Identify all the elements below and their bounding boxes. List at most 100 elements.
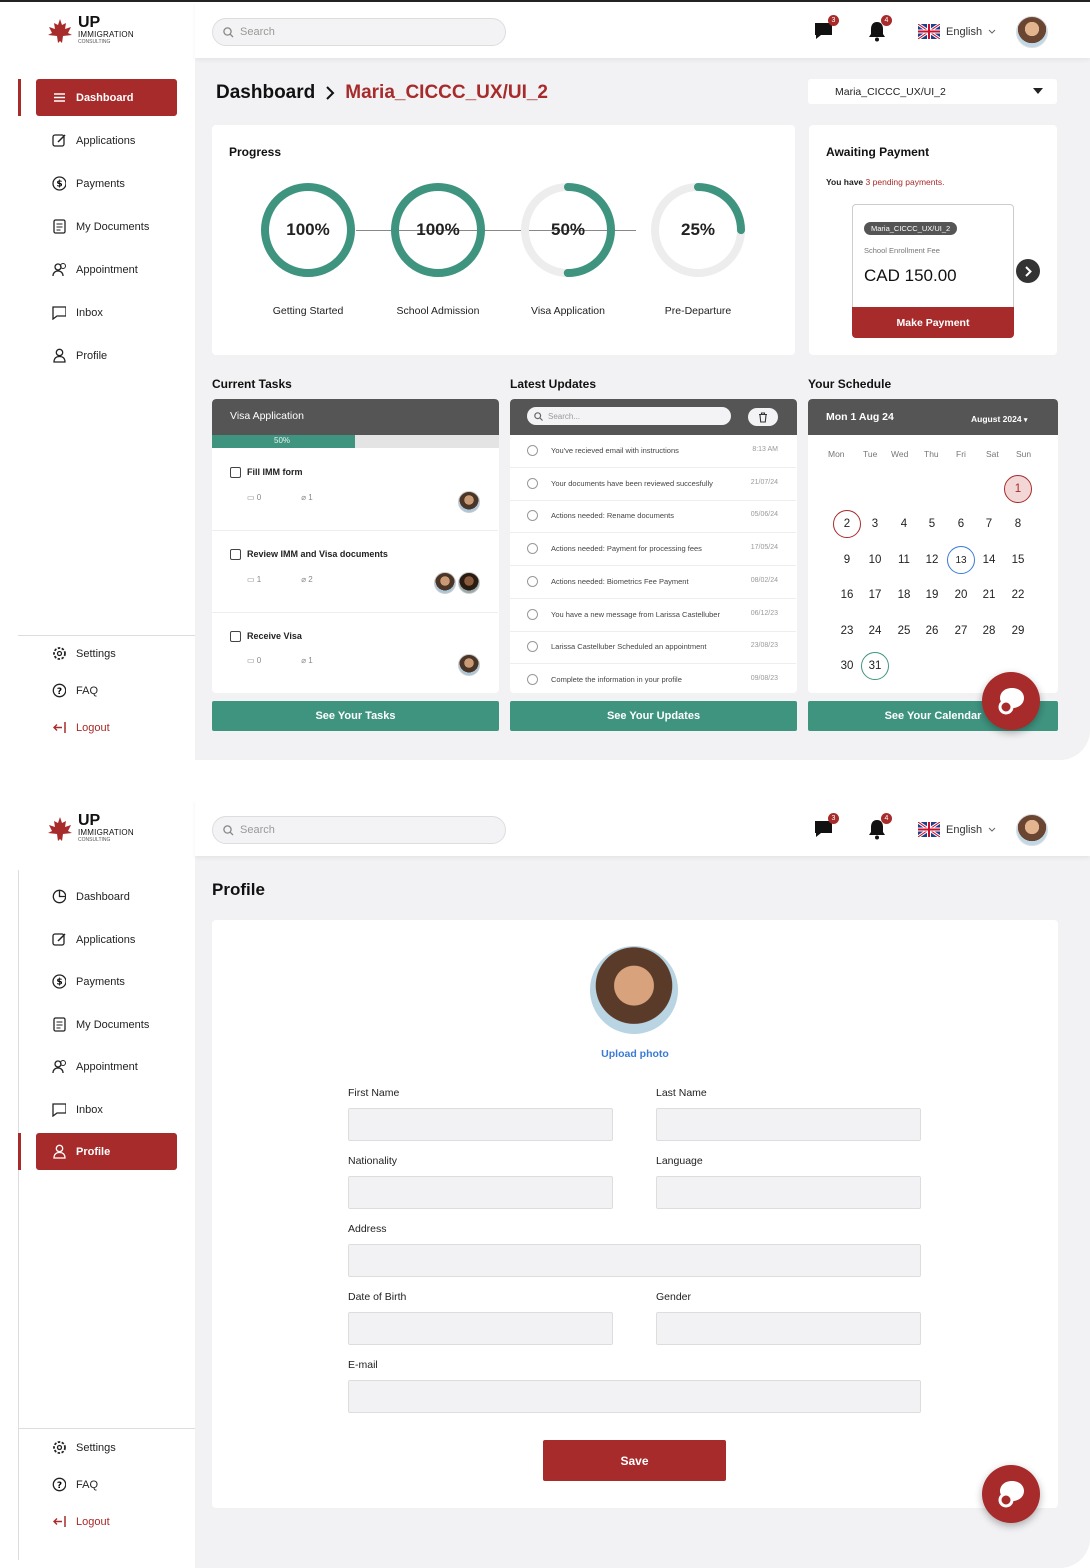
see-updates-button[interactable]: See Your Updates <box>510 701 797 731</box>
sidebar-item-payments[interactable]: $ Payments <box>36 165 177 202</box>
calendar-day[interactable]: 13 <box>947 546 975 574</box>
user-avatar[interactable] <box>1016 814 1048 846</box>
sidebar-item-settings[interactable]: Settings <box>36 1429 177 1466</box>
sidebar-item-documents[interactable]: My Documents <box>36 1006 177 1043</box>
email-field[interactable] <box>348 1380 921 1413</box>
calendar-day[interactable]: 18 <box>890 581 918 609</box>
user-avatar[interactable] <box>1016 16 1048 48</box>
chat-fab-button[interactable] <box>982 1465 1040 1523</box>
calendar-day[interactable]: 25 <box>890 617 918 645</box>
update-radio[interactable] <box>527 673 538 685</box>
save-button[interactable]: Save <box>543 1440 726 1481</box>
calendar-day[interactable]: 4 <box>890 510 918 538</box>
make-payment-button[interactable]: Make Payment <box>852 307 1014 338</box>
logo[interactable]: UP IMMIGRATION CONSULTING <box>46 15 134 45</box>
update-item[interactable]: Larissa Castelluber Scheduled an appoint… <box>510 631 796 665</box>
updates-search-input[interactable]: Search... <box>527 407 731 425</box>
calendar-day[interactable]: 20 <box>947 581 975 609</box>
calendar-day[interactable]: 30 <box>833 652 861 680</box>
sidebar-item-inbox[interactable]: Inbox <box>36 294 177 331</box>
update-radio[interactable] <box>527 608 538 620</box>
update-item[interactable]: You've recieved email with instructions 8… <box>510 435 796 468</box>
update-radio[interactable] <box>527 510 538 522</box>
calendar-day[interactable]: 31 <box>861 652 889 680</box>
calendar-day[interactable]: 22 <box>1004 581 1032 609</box>
calendar-day[interactable]: 10 <box>861 546 889 574</box>
sidebar-item-dashboard[interactable]: Dashboard <box>36 878 177 915</box>
update-radio[interactable] <box>527 543 538 555</box>
breadcrumb-current[interactable]: Maria_CICCC_UX/UI_2 <box>345 82 548 104</box>
task-checkbox[interactable] <box>230 467 241 478</box>
update-item[interactable]: Actions needed: Payment for processing f… <box>510 533 796 567</box>
calendar-day[interactable]: 26 <box>918 617 946 645</box>
language-select[interactable]: English <box>918 24 996 39</box>
month-select[interactable]: August 2024 ▾ <box>971 414 1027 424</box>
first-name-field[interactable] <box>348 1108 613 1141</box>
calendar-day[interactable]: 19 <box>918 581 946 609</box>
sidebar-item-dashboard[interactable]: Dashboard <box>36 79 177 116</box>
search-input[interactable]: Search <box>212 816 506 844</box>
update-item[interactable]: Your documents have been reviewed succes… <box>510 468 796 501</box>
sidebar-item-applications[interactable]: Applications <box>36 122 177 159</box>
sidebar-item-profile[interactable]: Profile <box>36 1133 177 1170</box>
sidebar-item-logout[interactable]: Logout <box>36 1503 177 1540</box>
dob-field[interactable] <box>348 1312 613 1345</box>
sidebar-item-appointment[interactable]: Appointment <box>36 1048 177 1085</box>
calendar-day[interactable]: 2 <box>833 510 861 538</box>
calendar-day[interactable]: 24 <box>861 617 889 645</box>
calendar-day[interactable]: 7 <box>975 510 1003 538</box>
calendar-day[interactable]: 16 <box>833 581 861 609</box>
sidebar-item-profile[interactable]: Profile <box>36 337 177 374</box>
calendar-day[interactable]: 6 <box>947 510 975 538</box>
sidebar-item-settings[interactable]: Settings <box>36 635 177 672</box>
update-radio[interactable] <box>527 477 538 489</box>
sidebar-item-payments[interactable]: $ Payments <box>36 963 177 1000</box>
gender-field[interactable] <box>656 1312 921 1345</box>
calendar-day[interactable]: 1 <box>1004 475 1032 503</box>
calendar-day[interactable]: 12 <box>918 546 946 574</box>
sidebar-item-inbox[interactable]: Inbox <box>36 1091 177 1128</box>
application-select[interactable]: Maria_CICCC_UX/UI_2 <box>808 79 1057 104</box>
calendar-day[interactable]: 17 <box>861 581 889 609</box>
calendar-day[interactable]: 14 <box>975 546 1003 574</box>
chat-fab-button[interactable] <box>982 672 1040 730</box>
update-radio[interactable] <box>527 445 538 456</box>
calendar-day[interactable]: 9 <box>833 546 861 574</box>
calendar-day[interactable]: 23 <box>833 617 861 645</box>
sidebar-item-appointment[interactable]: Appointment <box>36 251 177 288</box>
next-payment-button[interactable] <box>1016 259 1040 283</box>
nationality-field[interactable] <box>348 1176 613 1209</box>
sidebar-item-faq[interactable]: ? FAQ <box>36 1466 177 1503</box>
search-input[interactable]: Search <box>212 18 506 46</box>
calendar-day[interactable]: 29 <box>1004 617 1032 645</box>
sidebar-item-logout[interactable]: Logout <box>36 709 177 746</box>
calendar-day[interactable]: 11 <box>890 546 918 574</box>
messages-button[interactable]: 3 <box>813 15 839 42</box>
sidebar-item-faq[interactable]: ? FAQ <box>36 672 177 709</box>
update-item[interactable]: Actions needed: Biometrics Fee Payment 08… <box>510 566 796 599</box>
sidebar-item-documents[interactable]: My Documents <box>36 208 177 245</box>
calendar-day[interactable]: 21 <box>975 581 1003 609</box>
language-field[interactable] <box>656 1176 921 1209</box>
task-checkbox[interactable] <box>230 549 241 560</box>
calendar-day[interactable]: 3 <box>861 510 889 538</box>
address-field[interactable] <box>348 1244 921 1277</box>
update-radio[interactable] <box>527 575 538 587</box>
calendar-day[interactable]: 27 <box>947 617 975 645</box>
upload-photo-link[interactable]: Upload photo <box>212 1048 1058 1060</box>
see-tasks-button[interactable]: See Your Tasks <box>212 701 499 731</box>
calendar-day[interactable]: 15 <box>1004 546 1032 574</box>
logo[interactable]: UP IMMIGRATION CONSULTING <box>46 813 134 843</box>
sidebar-item-applications[interactable]: Applications <box>36 921 177 958</box>
notifications-button[interactable]: 4 <box>866 15 892 42</box>
notifications-button[interactable]: 4 <box>866 813 892 840</box>
update-item[interactable]: Complete the information in your profile… <box>510 664 796 693</box>
calendar-day[interactable]: 28 <box>975 617 1003 645</box>
task-checkbox[interactable] <box>230 631 241 642</box>
update-radio[interactable] <box>527 641 538 653</box>
language-select[interactable]: English <box>918 822 996 837</box>
last-name-field[interactable] <box>656 1108 921 1141</box>
calendar-day[interactable]: 5 <box>918 510 946 538</box>
update-item[interactable]: Actions needed: Rename documents 05/06/24 <box>510 500 796 534</box>
delete-updates-button[interactable] <box>748 408 778 426</box>
